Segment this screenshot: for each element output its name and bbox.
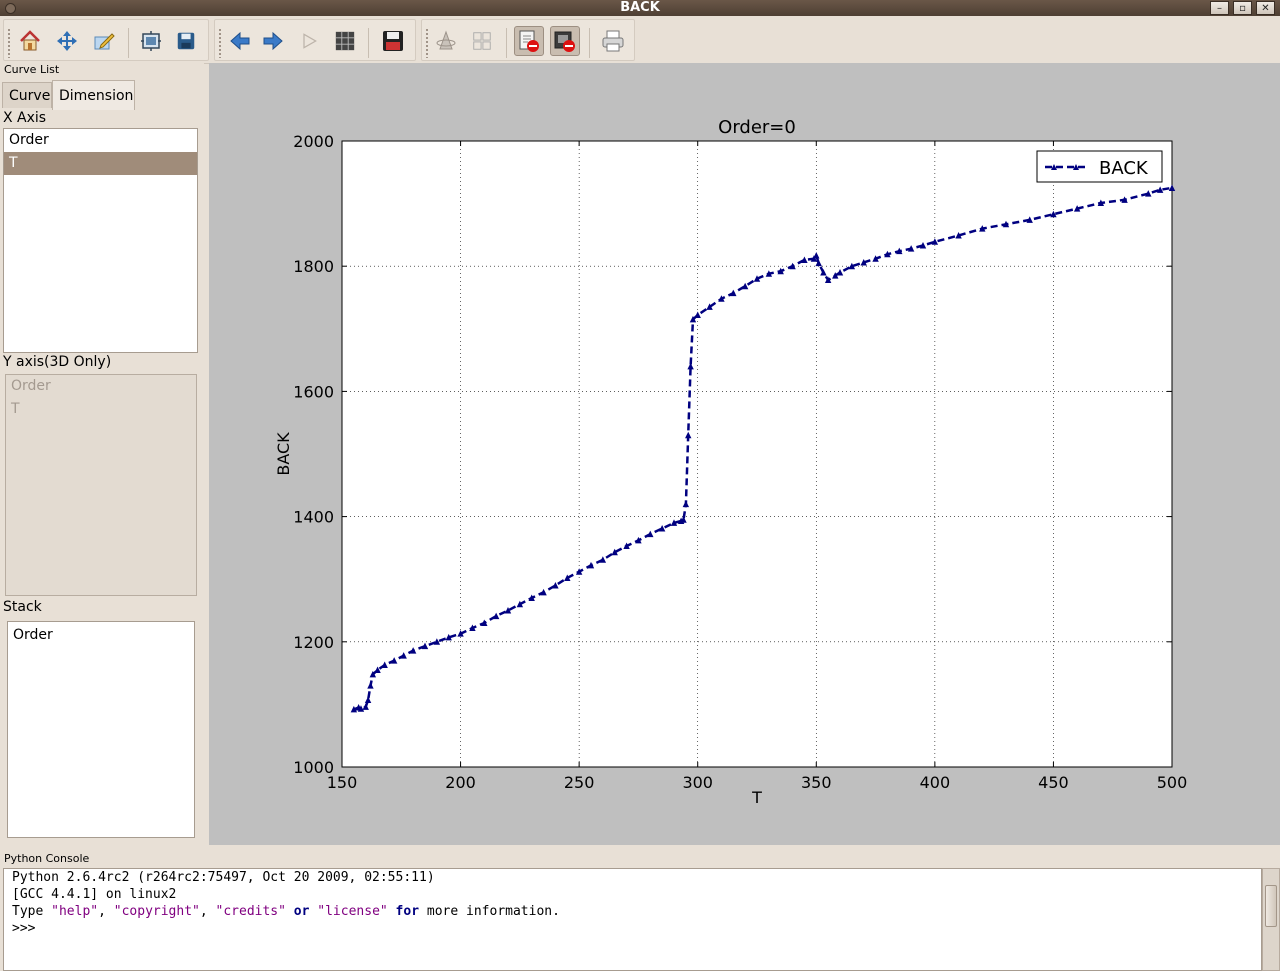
console-string: "help" <box>51 904 99 919</box>
tab-curve[interactable]: Curve <box>2 82 52 108</box>
close-button[interactable]: ✕ <box>1256 1 1275 15</box>
scrollbar-thumb[interactable] <box>1265 885 1277 927</box>
x-tick-label: 400 <box>920 773 951 792</box>
grid-icon[interactable] <box>330 26 360 56</box>
y-tick-label: 2000 <box>293 132 334 151</box>
toolbar-group-history <box>214 19 416 61</box>
y-axis-label: Y axis(3D Only) <box>3 354 112 370</box>
y-axis-list: Order T <box>5 374 197 596</box>
horizontal-splitter[interactable] <box>0 847 1280 852</box>
console-keyword: for <box>387 904 427 919</box>
console-string: "license" <box>317 904 388 919</box>
x-tick-label: 350 <box>801 773 832 792</box>
edit-icon[interactable] <box>89 26 119 56</box>
list-item[interactable]: Order <box>4 129 197 152</box>
console-text: , <box>199 904 216 919</box>
console-text: more information. <box>426 904 560 919</box>
console-keyword: or <box>285 904 318 919</box>
legend-label: BACK <box>1099 158 1149 179</box>
x-tick-label: 450 <box>1038 773 1069 792</box>
save-figure-icon[interactable] <box>378 26 408 56</box>
remove-curve-icon[interactable] <box>514 26 544 56</box>
toolbar-handle[interactable] <box>425 28 429 58</box>
remove-all-icon[interactable] <box>550 26 580 56</box>
console-text: , <box>98 904 114 919</box>
maximize-button[interactable]: ▫ <box>1233 1 1252 15</box>
tab-dimension[interactable]: Dimension <box>52 80 135 110</box>
toolbar-group-navigation <box>3 19 209 61</box>
y-tick-label: 1800 <box>293 257 334 276</box>
toolbar-handle[interactable] <box>218 28 222 58</box>
console-string: "copyright" <box>113 904 200 919</box>
console-string: "credits" <box>215 904 286 919</box>
x-axis-title: T <box>751 788 762 807</box>
console-scrollbar[interactable] <box>1262 868 1280 971</box>
console-line: Python 2.6.4rc2 (r264rc2:75497, Oct 20 2… <box>12 870 435 885</box>
y-tick-label: 1000 <box>293 758 334 777</box>
dock-title: Curve List <box>4 63 60 76</box>
rotate-3d-icon[interactable] <box>431 26 461 56</box>
toolbar-separator <box>368 28 369 58</box>
title-bar: BACK – ▫ ✕ <box>0 0 1280 16</box>
plot-pane[interactable]: 150 200 250 300 350 400 450 500 1000 1200 1400 1600… <box>209 63 1280 845</box>
x-tick-label: 300 <box>682 773 713 792</box>
chart[interactable]: 150 200 250 300 350 400 450 5001000120014001600… <box>209 63 1280 845</box>
y-axis-title: BACK <box>274 432 293 476</box>
toolbar-separator <box>128 28 129 58</box>
save-icon[interactable] <box>171 26 201 56</box>
stack-list[interactable]: Order <box>7 621 195 838</box>
y-tick-label: 1600 <box>293 382 334 401</box>
toolbar-separator <box>589 28 590 58</box>
tile-icon[interactable] <box>467 26 497 56</box>
x-axis-label: X Axis <box>3 110 47 126</box>
console-line: [GCC 4.4.1] on linux2 <box>12 887 177 902</box>
python-console[interactable]: Python 2.6.4rc2 (r264rc2:75497, Oct 20 2… <box>3 868 1262 971</box>
forward-icon[interactable] <box>258 26 288 56</box>
plot-area[interactable] <box>341 140 1173 768</box>
toolbar-handle[interactable] <box>7 28 11 58</box>
configure-icon[interactable] <box>136 26 166 56</box>
list-item[interactable]: Order <box>8 624 194 647</box>
list-item: Order <box>11 378 51 394</box>
home-icon[interactable] <box>15 26 45 56</box>
chart-title: Order=0 <box>718 117 796 138</box>
toolbar-separator <box>506 28 507 58</box>
window-title: BACK <box>620 0 660 15</box>
x-tick-label: 250 <box>564 773 595 792</box>
move-icon[interactable] <box>52 26 82 56</box>
x-tick-label: 200 <box>445 773 476 792</box>
toolbar <box>0 16 1280 64</box>
print-icon[interactable] <box>598 26 628 56</box>
x-tick-label: 500 <box>1157 773 1188 792</box>
x-axis-list[interactable]: Order T <box>3 128 198 353</box>
legend: BACK <box>1036 150 1163 183</box>
y-tick-label: 1400 <box>293 508 334 527</box>
toolbar-group-tools <box>421 19 635 61</box>
stack-label: Stack <box>3 599 42 615</box>
list-item[interactable]: T <box>4 152 197 175</box>
console-title: Python Console <box>4 852 90 865</box>
curve-list-dock: Curve List Curve Dimension X Axis Order … <box>0 63 204 847</box>
console-prompt[interactable]: >>> <box>12 921 35 936</box>
back-icon[interactable] <box>225 26 255 56</box>
console-text: Type <box>12 904 52 919</box>
console-line: Type "help", "copyright", "credits" or "… <box>12 904 560 919</box>
y-tick-label: 1200 <box>293 633 334 652</box>
play-icon[interactable] <box>294 26 324 56</box>
minimize-button[interactable]: – <box>1210 1 1229 15</box>
list-item: T <box>11 401 20 417</box>
